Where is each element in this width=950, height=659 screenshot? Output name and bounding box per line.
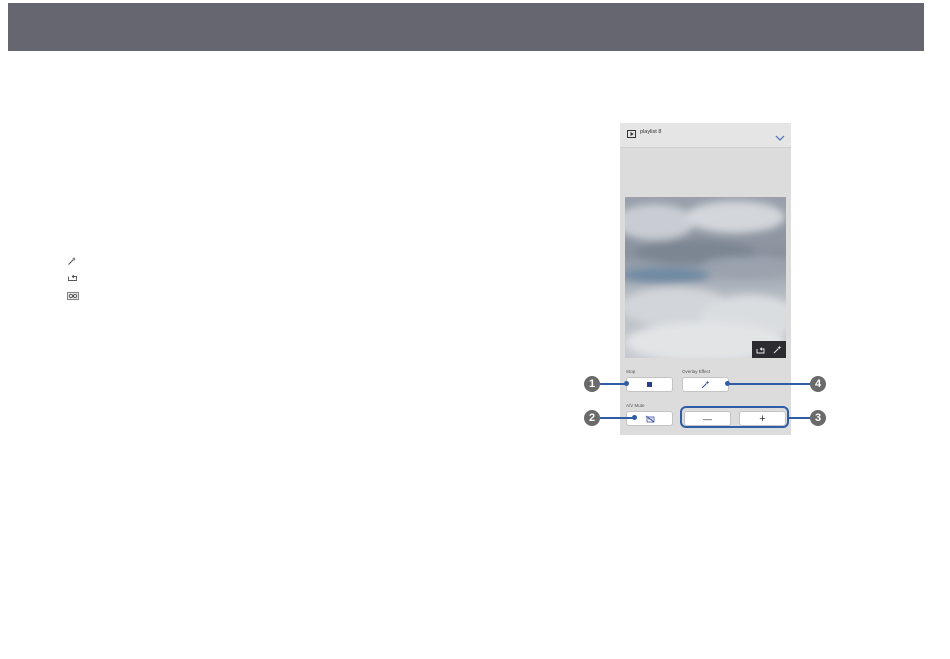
callout-ring-3 [680, 406, 789, 428]
stop-square-icon [647, 382, 652, 387]
overlay-effect-icon[interactable] [773, 341, 782, 359]
callout-line-1 [600, 383, 626, 385]
cloud-sky-image [625, 197, 786, 358]
preview-toolbar [752, 341, 786, 358]
stop-label: Stop [626, 369, 636, 374]
overlay-effect-button[interactable] [682, 377, 729, 392]
callout-badge-1: 1 [584, 376, 600, 392]
overlay-effect-label: Overlay Effect [682, 369, 711, 374]
playlist-header[interactable]: playlist 8 [620, 123, 791, 148]
play-icon [627, 130, 636, 138]
chevron-down-icon[interactable] [775, 129, 785, 141]
callout-dot-2 [632, 415, 637, 420]
callout-badge-4: 4 [810, 376, 826, 392]
av-mute-label: A/V Mute [626, 403, 645, 408]
callout-line-4 [728, 383, 812, 385]
playlist-name: playlist 8 [640, 129, 662, 135]
overlay-effect-icon [66, 255, 78, 267]
loop-mode-icon [66, 290, 79, 302]
overlay-effect-icon [701, 380, 710, 389]
app-screen: playlist 8 Stop Overlay Effect A/V Mute … [620, 123, 791, 435]
repeat-icon [66, 272, 78, 284]
callout-line-2 [600, 417, 635, 419]
header-bar [8, 3, 924, 51]
callout-line-3 [789, 417, 811, 419]
callout-badge-2: 2 [584, 410, 600, 426]
image-preview [625, 197, 786, 358]
callout-dot-1 [624, 381, 629, 386]
stop-button[interactable] [626, 377, 673, 392]
callout-badge-3: 3 [810, 410, 826, 426]
repeat-icon[interactable] [756, 341, 765, 359]
av-mute-icon [645, 415, 654, 422]
